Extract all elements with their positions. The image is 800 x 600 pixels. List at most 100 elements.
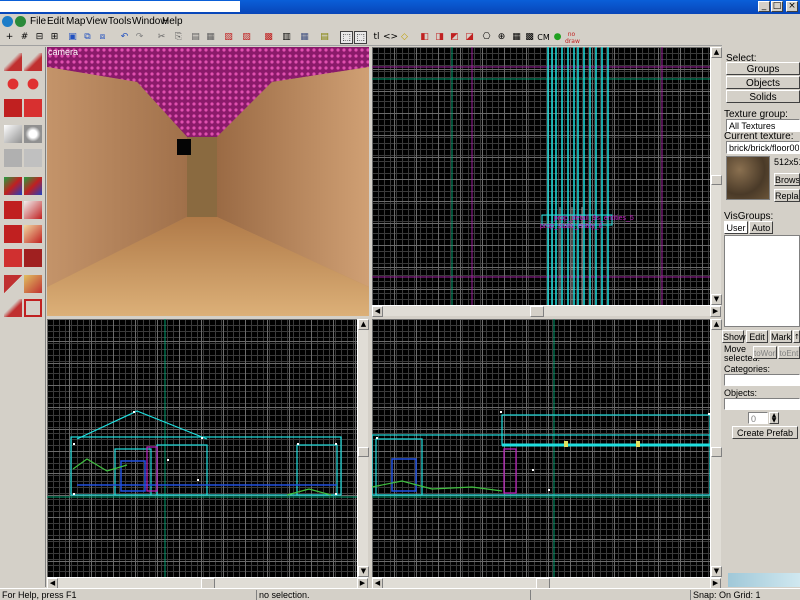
block-tool-icon[interactable] xyxy=(4,99,22,117)
group-icon[interactable]: ⧈ xyxy=(96,31,109,44)
cut-icon[interactable]: ✂ xyxy=(155,31,168,44)
redo-icon[interactable]: ↷ xyxy=(133,31,146,44)
scroll-right-arrow[interactable]: ▶ xyxy=(710,306,721,317)
scroll-thumb[interactable] xyxy=(530,306,544,317)
scroll-thumb[interactable] xyxy=(358,447,369,457)
ignore-groups-icon[interactable]: ◩ xyxy=(448,31,461,44)
grid-smaller-icon[interactable]: ⊟ xyxy=(33,31,46,44)
decal-tool-icon[interactable] xyxy=(24,125,42,143)
to-world-button[interactable]: toWorld xyxy=(753,346,777,359)
tab-auto[interactable]: Auto xyxy=(749,221,773,234)
replace-button[interactable]: Replace xyxy=(774,189,800,202)
cylinder-tool-icon[interactable] xyxy=(24,275,42,293)
select-tool-icon[interactable]: ⬚ xyxy=(340,31,353,44)
apply-texture-icon[interactable] xyxy=(4,125,22,143)
run-map-icon[interactable]: ⊕ xyxy=(495,31,508,44)
sound-tool-icon[interactable] xyxy=(4,225,22,243)
grid-larger-icon[interactable]: ⊞ xyxy=(48,31,61,44)
menu-map[interactable]: Map xyxy=(66,16,85,28)
autoselect-icon[interactable]: ⬚ xyxy=(354,31,367,44)
top-view-vscroll[interactable]: ▲ ▼ xyxy=(710,47,722,305)
document-icon[interactable] xyxy=(15,16,26,27)
entity-report-icon[interactable]: ▦ xyxy=(510,31,523,44)
top-2d-viewport[interactable]: prop_detail_9s_entities_5 prop_static_en… xyxy=(372,47,710,305)
terrain-tool-icon[interactable] xyxy=(24,201,42,219)
hide-entities-icon[interactable]: ◪ xyxy=(463,31,476,44)
show-all-icon[interactable]: ▨ xyxy=(240,31,253,44)
grid-toggle-icon[interactable]: + xyxy=(3,31,16,44)
maximize-button[interactable]: □ xyxy=(771,1,783,12)
edit-button[interactable]: Edit xyxy=(746,330,768,343)
show-button[interactable]: Show xyxy=(722,330,746,343)
menu-tools[interactable]: Tools xyxy=(108,16,131,28)
scroll-thumb[interactable] xyxy=(711,447,722,457)
front-2d-viewport[interactable] xyxy=(47,319,357,577)
move-up-icon[interactable]: ↑ xyxy=(793,330,800,343)
scroll-left-arrow[interactable]: ◀ xyxy=(372,306,383,317)
cubemap-icon[interactable]: CM xyxy=(537,31,550,44)
grid-3d-icon[interactable]: # xyxy=(18,31,31,44)
copy-icon[interactable]: ⎘ xyxy=(172,31,185,44)
minimize-button[interactable]: _ xyxy=(758,1,770,12)
leaf-icon[interactable]: ● xyxy=(551,31,564,44)
entity-tool-icon[interactable] xyxy=(24,75,42,93)
scroll-down-arrow[interactable]: ▼ xyxy=(711,294,722,305)
front-view-vscroll[interactable]: ▲ ▼ xyxy=(357,319,369,577)
mark-button[interactable]: Mark xyxy=(770,330,792,343)
spinner-input[interactable]: 0 xyxy=(748,412,768,424)
toggle-texlock-icon[interactable]: ▩ xyxy=(262,31,275,44)
texture-lock-icon[interactable]: tl xyxy=(370,31,383,44)
vertex-tool-icon[interactable] xyxy=(4,177,22,195)
texture-tool-icon[interactable] xyxy=(24,99,42,117)
texture-scaling-lock-icon[interactable]: <> xyxy=(383,31,398,44)
menu-edit[interactable]: Edit xyxy=(47,16,64,28)
side-view-hscroll[interactable]: ◀ ▶ xyxy=(372,577,721,589)
hollow-icon[interactable]: ▦ xyxy=(298,31,311,44)
check-problems-icon[interactable]: ▩ xyxy=(523,31,536,44)
spike-tool-icon[interactable] xyxy=(4,299,22,317)
paste-special-icon[interactable]: ▦ xyxy=(204,31,217,44)
magnify-tool-icon[interactable] xyxy=(24,53,42,71)
browse-button[interactable]: Browse xyxy=(774,173,800,186)
visgroups-list[interactable] xyxy=(724,235,800,327)
scroll-up-arrow[interactable]: ▲ xyxy=(358,319,369,330)
create-prefab-button[interactable]: Create Prefab xyxy=(732,426,798,439)
tab-user[interactable]: User xyxy=(724,221,748,234)
current-texture-input[interactable]: brick/brick/floor001a xyxy=(726,141,800,154)
front-view-hscroll[interactable]: ◀ ▶ xyxy=(47,577,368,589)
carve-icon[interactable]: ⧉ xyxy=(81,31,94,44)
camera-tool-icon[interactable] xyxy=(4,75,22,93)
close-button[interactable]: × xyxy=(786,1,798,12)
carve-selected-icon[interactable]: ▥ xyxy=(280,31,293,44)
spinner-arrows[interactable]: ▲ ▼ xyxy=(769,412,779,424)
scroll-up-arrow[interactable]: ▲ xyxy=(711,47,722,58)
menu-view[interactable]: View xyxy=(86,16,108,28)
paste-icon[interactable]: ▤ xyxy=(189,31,202,44)
categories-select[interactable] xyxy=(724,374,800,386)
app-icon[interactable] xyxy=(2,16,13,27)
clip-icon[interactable]: ▤ xyxy=(318,31,331,44)
path-tool-icon[interactable] xyxy=(24,177,42,195)
no-draw-icon[interactable]: no draw xyxy=(565,31,580,45)
light-tool-icon[interactable] xyxy=(24,225,42,243)
cordon-icon[interactable]: ⎔ xyxy=(480,31,493,44)
objects-button[interactable]: Objects xyxy=(726,76,800,89)
undo-icon[interactable]: ↶ xyxy=(118,31,131,44)
to-entity-button[interactable]: toEnt xyxy=(778,346,800,359)
wedge-tool-icon[interactable] xyxy=(4,275,22,293)
load-window-state-icon[interactable]: ▣ xyxy=(66,31,79,44)
scroll-down-arrow[interactable]: ▼ xyxy=(358,566,369,577)
scroll-down-arrow[interactable]: ▼ xyxy=(711,566,722,577)
vertex-edit-icon[interactable]: ◇ xyxy=(398,31,411,44)
solids-button[interactable]: Solids xyxy=(726,90,800,103)
menu-help[interactable]: Help xyxy=(162,16,183,28)
hide-selected-icon[interactable]: ▧ xyxy=(222,31,235,44)
clipping-tool-icon[interactable] xyxy=(24,149,42,167)
scroll-up-arrow[interactable]: ▲ xyxy=(711,319,722,330)
side-2d-viewport[interactable] xyxy=(372,319,710,577)
top-view-hscroll[interactable]: ◀ ▶ xyxy=(372,305,721,317)
displacement-tool-icon[interactable] xyxy=(4,201,22,219)
sprite-tool-icon[interactable] xyxy=(4,249,22,267)
side-view-vscroll[interactable]: ▲ ▼ xyxy=(710,319,722,577)
overlay-tool-icon[interactable] xyxy=(4,149,22,167)
